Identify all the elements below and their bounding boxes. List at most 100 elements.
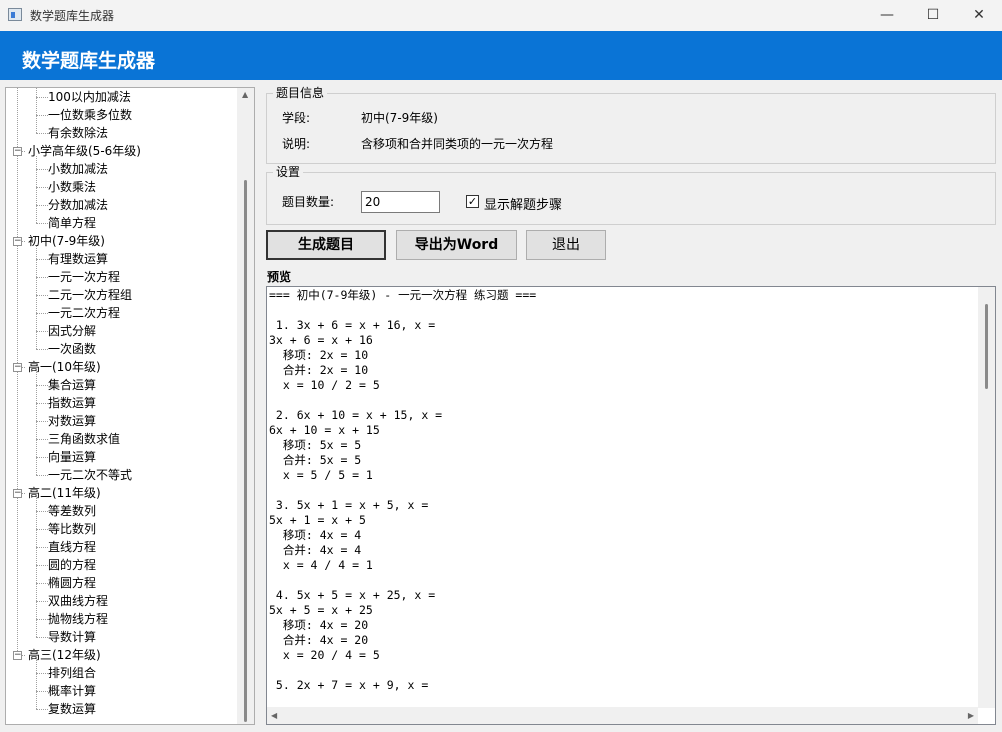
collapse-toggle-icon[interactable]: − [13,489,22,498]
tree-connector [36,223,48,224]
window-title: 数学题库生成器 [30,9,115,23]
tree-topic[interactable]: 有余数除法 [48,124,108,142]
preview-vscroll-thumb[interactable] [985,304,988,389]
tree-topic[interactable]: 复数运算 [48,700,96,718]
checkmark-icon: ✓ [467,195,478,208]
tree-topic[interactable]: 100以内加减法 [48,88,131,106]
show-steps-label[interactable]: 显示解题步骤 [484,194,562,213]
tree-topic[interactable]: 排列组合 [48,664,96,682]
tree-connector [36,511,48,512]
preview-label: 预览 [267,270,292,284]
tree-topic[interactable]: 一元一次方程 [48,268,120,286]
tree-scrollbar[interactable]: ▲ [237,88,254,724]
tree-topic[interactable]: 等差数列 [48,502,96,520]
tree-topic[interactable]: 等比数列 [48,520,96,538]
tree-connector [36,331,48,332]
tree-topic[interactable]: 椭圆方程 [48,574,96,592]
tree-category[interactable]: 高三(12年级) [28,646,101,664]
tree-connector [36,259,48,260]
app-header: 数学题库生成器 [0,31,1002,80]
tree-branch-line [36,156,37,223]
tree-connector [36,565,48,566]
tree-topic[interactable]: 向量运算 [48,448,96,466]
tree-connector [36,133,48,134]
tree-topic[interactable]: 抛物线方程 [48,610,108,628]
preview-horizontal-scrollbar[interactable]: ◀ ▶ [267,707,978,724]
tree-topic[interactable]: 导数计算 [48,628,96,646]
tree-topic[interactable]: 因式分解 [48,322,96,340]
tree-connector [36,457,48,458]
stage-label: 学段: [282,111,311,125]
close-button[interactable]: ✕ [956,0,1002,31]
info-legend: 题目信息 [273,85,328,101]
maximize-button[interactable]: ☐ [910,0,956,31]
tree-topic[interactable]: 集合运算 [48,376,96,394]
tree-topic[interactable]: 双曲线方程 [48,592,108,610]
tree-category[interactable]: 高一(10年级) [28,358,101,376]
tree-connector [36,691,48,692]
tree-branch-line [36,372,37,475]
collapse-toggle-icon[interactable]: − [13,147,22,156]
preview-textbox[interactable]: === 初中(7-9年级) - 一元一次方程 练习题 === 1. 3x + 6… [266,286,996,725]
tree-connector [36,349,48,350]
export-word-button[interactable]: 导出为Word [396,230,517,260]
tree-topic[interactable]: 一次函数 [48,340,96,358]
tree-topic[interactable]: 概率计算 [48,682,96,700]
tree-connector [36,403,48,404]
info-group: 题目信息 [266,85,996,164]
tree-topic[interactable]: 小数加减法 [48,160,108,178]
stage-value: 初中(7-9年级) [361,111,438,125]
question-count-input[interactable] [361,191,440,213]
tree-connector [36,385,48,386]
tree-category[interactable]: 小学高年级(5-6年级) [28,142,141,160]
tree-connector [36,673,48,674]
tree-topic[interactable]: 分数加减法 [48,196,108,214]
tree-branch-line [36,246,37,349]
tree-connector [36,97,48,98]
preview-vertical-scrollbar[interactable] [978,287,995,708]
minimize-button[interactable]: — [864,0,910,31]
tree-topic[interactable]: 一位数乘多位数 [48,106,132,124]
count-label: 题目数量: [282,195,335,209]
show-steps-checkbox[interactable]: ✓ [466,195,479,208]
tree-connector [36,583,48,584]
generate-button[interactable]: 生成题目 [266,230,386,260]
tree-topic[interactable]: 一元二次方程 [48,304,120,322]
exit-button[interactable]: 退出 [526,230,606,260]
collapse-toggle-icon[interactable]: − [13,363,22,372]
tree-connector [36,619,48,620]
tree-topic[interactable]: 三角函数求值 [48,430,120,448]
scroll-right-icon[interactable]: ▶ [968,711,974,720]
scroll-up-icon[interactable]: ▲ [242,90,248,99]
tree-category[interactable]: 初中(7-9年级) [28,232,105,250]
tree-connector [36,601,48,602]
settings-legend: 设置 [273,164,304,180]
desc-value: 含移项和合并同类项的一元一次方程 [361,137,554,151]
tree-connector [36,637,48,638]
tree-branch-line [36,660,37,709]
tree-connector [36,187,48,188]
tree-topic[interactable]: 小数乘法 [48,178,96,196]
tree-connector [36,295,48,296]
category-tree[interactable]: 100以内加减法 一位数乘多位数 有余数除法 − 小学高年级(5-6年级) 小数加减法 小数… [5,87,255,725]
tree-connector [36,277,48,278]
collapse-toggle-icon[interactable]: − [13,237,22,246]
tree-connector [36,313,48,314]
tree-connector [36,421,48,422]
tree-topic[interactable]: 二元一次方程组 [48,286,132,304]
tree-scroll-thumb[interactable] [244,180,247,722]
scroll-left-icon[interactable]: ◀ [271,711,277,720]
tree-topic[interactable]: 一元二次不等式 [48,466,132,484]
tree-topic[interactable]: 对数运算 [48,412,96,430]
tree-topic[interactable]: 圆的方程 [48,556,96,574]
tree-topic[interactable]: 指数运算 [48,394,96,412]
tree-category[interactable]: 高二(11年级) [28,484,101,502]
tree-branch-line [36,498,37,637]
tree-topic[interactable]: 有理数运算 [48,250,108,268]
tree-connector [36,709,48,710]
collapse-toggle-icon[interactable]: − [13,651,22,660]
tree-topic[interactable]: 简单方程 [48,214,96,232]
title-bar: 数学题库生成器 — ☐ ✕ [0,0,1002,32]
tree-branch-line [36,88,37,133]
tree-topic[interactable]: 直线方程 [48,538,96,556]
